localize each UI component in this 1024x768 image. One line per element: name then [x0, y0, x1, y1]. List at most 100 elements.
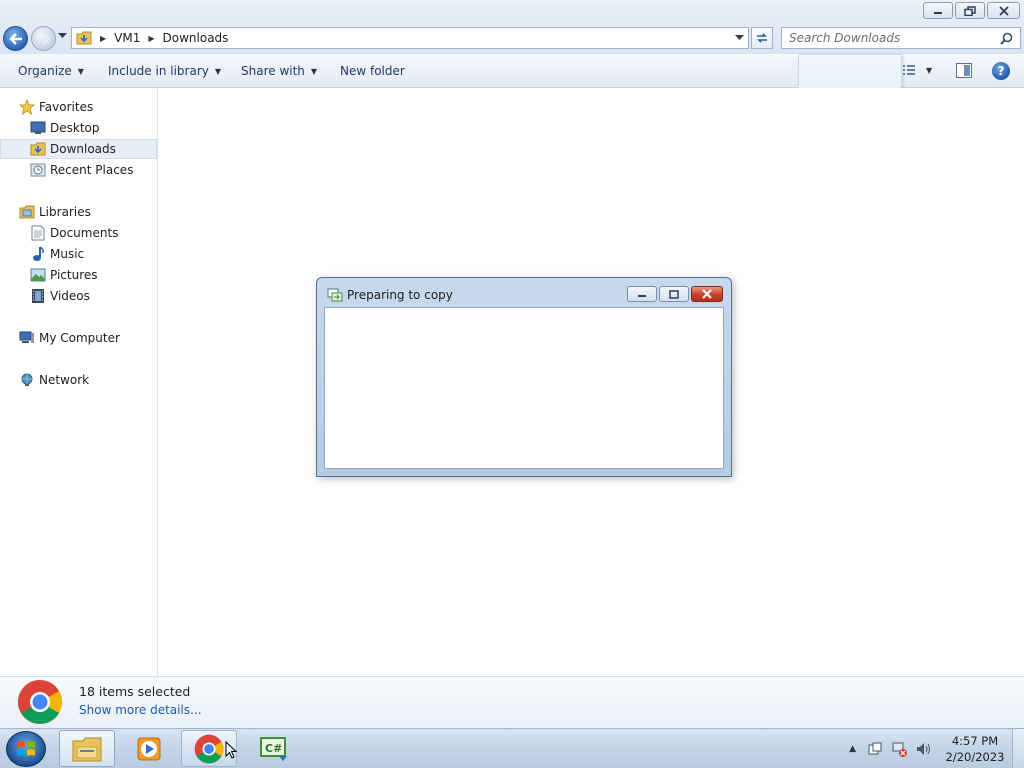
address-box[interactable]: ▶ VM1 ▶ Downloads — [71, 27, 749, 49]
search-icon[interactable] — [1000, 32, 1016, 45]
show-hidden-icons-icon[interactable]: ▲ — [849, 744, 856, 754]
folder-icon — [72, 737, 102, 761]
libraries-icon — [18, 204, 35, 220]
minimize-button[interactable] — [923, 2, 953, 19]
new-folder-button[interactable]: New folder — [340, 64, 405, 78]
computer-icon — [18, 330, 35, 346]
maximize-icon — [669, 289, 679, 299]
clock[interactable]: 4:57 PM 2/20/2023 — [942, 733, 1008, 765]
search-box[interactable] — [781, 27, 1021, 49]
nav-item-desktop[interactable]: Desktop — [0, 118, 157, 138]
desktop-icon — [29, 120, 46, 136]
start-button[interactable] — [6, 731, 46, 767]
view-options-icon — [903, 65, 915, 75]
nav-my-computer[interactable]: My Computer — [18, 328, 157, 348]
pictures-icon — [29, 267, 46, 283]
restore-button[interactable] — [955, 2, 985, 19]
include-in-library-label: Include in library — [108, 64, 209, 78]
taskbar-app-csharp[interactable]: C# — [246, 730, 302, 767]
recent-places-icon — [29, 162, 46, 178]
network-tray-icon[interactable] — [890, 740, 908, 758]
downloads-folder-icon — [29, 141, 46, 157]
share-with-button[interactable]: Share with ▼ — [241, 64, 317, 78]
nav-item-pictures[interactable]: Pictures — [0, 265, 157, 285]
dialog-close-button[interactable] — [691, 286, 723, 302]
preview-pane-icon[interactable] — [956, 63, 972, 78]
dialog-body — [324, 307, 724, 469]
breadcrumb-chevron-icon[interactable]: ▶ — [148, 34, 154, 43]
nav-item-documents[interactable]: Documents — [0, 223, 157, 243]
back-button[interactable] — [3, 26, 28, 51]
media-player-icon — [137, 737, 161, 760]
nav-item-recent-places[interactable]: Recent Places — [0, 160, 157, 180]
downloads-folder-icon — [76, 30, 94, 46]
change-view-button[interactable]: ▼ — [902, 64, 932, 76]
help-icon[interactable]: ? — [992, 62, 1010, 80]
show-desktop-button[interactable] — [1012, 729, 1024, 768]
clock-date: 2/20/2023 — [945, 750, 1005, 764]
breadcrumb-item-vm1[interactable]: VM1 — [114, 31, 140, 45]
nav-favorites[interactable]: Favorites — [18, 97, 157, 117]
share-with-label: Share with — [241, 64, 305, 78]
copy-progress-dialog[interactable]: Preparing to copy — [316, 277, 732, 477]
system-tray: ▲ 4:57 PM 2/20/2023 — [849, 729, 1024, 768]
details-pane: 18 items selected Show more details... — [0, 676, 1024, 728]
nav-network[interactable]: Network — [18, 370, 157, 390]
address-bar-row: ▶ VM1 ▶ Downloads — [0, 24, 1024, 54]
refresh-button[interactable] — [751, 27, 773, 49]
chevron-down-icon: ▼ — [310, 66, 318, 76]
close-icon — [702, 289, 712, 299]
nav-item-recent-places-label: Recent Places — [50, 163, 134, 177]
window-title-bar[interactable] — [0, 0, 1024, 24]
minimize-icon — [934, 11, 942, 14]
taskbar-app-media-player[interactable] — [121, 730, 177, 767]
navigation-pane: Favorites Desktop Downloads Recent Place… — [0, 88, 158, 676]
mouse-cursor-icon — [225, 741, 237, 759]
forward-button[interactable] — [31, 26, 56, 51]
recent-pages-dropdown-icon[interactable] — [58, 33, 67, 39]
nav-item-downloads[interactable]: Downloads — [0, 139, 157, 159]
chevron-down-icon: ▼ — [214, 66, 222, 76]
clock-time: 4:57 PM — [951, 734, 999, 748]
search-input[interactable] — [789, 31, 1000, 45]
dialog-maximize-button[interactable] — [659, 286, 689, 302]
address-history-dropdown-icon[interactable] — [735, 35, 744, 41]
music-icon — [29, 246, 46, 262]
action-center-icon[interactable] — [866, 740, 884, 758]
svg-text:C#: C# — [265, 742, 282, 755]
chevron-down-icon[interactable]: ▼ — [926, 66, 932, 75]
close-button[interactable] — [987, 2, 1020, 19]
star-icon — [18, 99, 35, 115]
breadcrumb: ▶ VM1 ▶ Downloads — [100, 31, 228, 45]
nav-my-computer-label: My Computer — [39, 331, 120, 345]
dialog-title: Preparing to copy — [347, 288, 453, 302]
organize-button[interactable]: Organize ▼ — [18, 64, 84, 78]
include-in-library-button[interactable]: Include in library ▼ — [108, 64, 221, 78]
documents-icon — [29, 225, 46, 241]
refresh-icon — [757, 33, 767, 43]
restore-icon — [964, 5, 976, 16]
nav-favorites-label: Favorites — [39, 100, 94, 114]
nav-item-downloads-label: Downloads — [50, 142, 116, 156]
dialog-minimize-button[interactable] — [627, 286, 657, 302]
nav-item-music[interactable]: Music — [0, 244, 157, 264]
copy-icon — [327, 288, 343, 302]
taskbar-app-explorer[interactable] — [59, 730, 115, 767]
close-icon — [998, 5, 1009, 16]
organize-label: Organize — [18, 64, 72, 78]
nav-item-videos[interactable]: Videos — [0, 286, 157, 306]
show-more-details-link[interactable]: Show more details... — [79, 703, 202, 717]
breadcrumb-item-downloads[interactable]: Downloads — [163, 31, 229, 45]
breadcrumb-chevron-icon[interactable]: ▶ — [100, 34, 106, 43]
volume-icon[interactable] — [914, 740, 932, 758]
nav-item-videos-label: Videos — [50, 289, 90, 303]
nav-item-music-label: Music — [50, 247, 85, 261]
chevron-down-icon: ▼ — [77, 66, 84, 76]
dialog-caption-buttons — [627, 286, 723, 302]
taskbar: C# ▲ 4:57 PM 2/20/2023 — [0, 728, 1024, 768]
windows-logo-icon — [17, 741, 35, 756]
nav-item-documents-label: Documents — [50, 226, 119, 240]
nav-libraries[interactable]: Libraries — [18, 202, 157, 222]
forward-arrow-icon — [37, 32, 50, 45]
new-folder-label: New folder — [340, 64, 405, 78]
